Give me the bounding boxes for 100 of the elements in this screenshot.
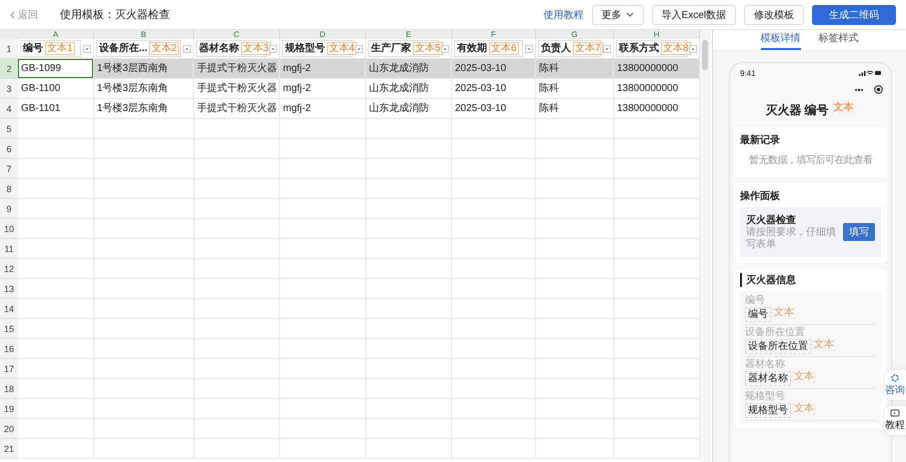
empty-cell[interactable] [94, 379, 194, 399]
column-letter[interactable]: B [94, 30, 194, 39]
select-all-corner[interactable] [0, 30, 18, 39]
empty-cell[interactable] [536, 139, 614, 159]
empty-cell[interactable] [366, 399, 452, 419]
empty-cell[interactable] [366, 439, 452, 459]
table-cell[interactable]: mgfj-2 [280, 59, 366, 79]
empty-cell[interactable] [94, 259, 194, 279]
empty-cell[interactable] [536, 159, 614, 179]
empty-cell[interactable] [280, 239, 366, 259]
empty-cell[interactable] [366, 199, 452, 219]
table-cell[interactable]: mgfj-2 [280, 79, 366, 99]
empty-cell[interactable] [366, 419, 452, 439]
empty-cell[interactable] [194, 139, 280, 159]
empty-cell[interactable] [452, 119, 536, 139]
empty-cell[interactable] [280, 359, 366, 379]
float-button[interactable]: 教程 [884, 406, 906, 435]
panel-tab[interactable]: 标签样式 [818, 30, 858, 50]
empty-cell[interactable] [94, 419, 194, 439]
column-letter[interactable]: H [614, 30, 700, 39]
empty-cell[interactable] [536, 299, 614, 319]
dropdown-icon[interactable] [689, 44, 697, 52]
table-cell[interactable]: 手提式干粉灭火器 [194, 59, 280, 79]
empty-cell[interactable] [536, 439, 614, 459]
dropdown-icon[interactable] [83, 44, 91, 52]
empty-cell[interactable] [194, 399, 280, 419]
empty-cell[interactable] [366, 319, 452, 339]
toolbar-button[interactable]: 修改模板 [744, 4, 804, 24]
table-cell[interactable]: 陈科 [536, 79, 614, 99]
form-entry[interactable]: 灭火器检查 请按照要求，仔细填写表单 填写 [740, 207, 881, 257]
empty-cell[interactable] [94, 219, 194, 239]
empty-cell[interactable] [194, 379, 280, 399]
table-cell[interactable]: 2025-03-10 [452, 59, 536, 79]
table-cell[interactable]: 1号楼3层西南角 [94, 59, 194, 79]
empty-cell[interactable] [280, 159, 366, 179]
empty-cell[interactable] [280, 319, 366, 339]
table-cell[interactable]: 山东龙成消防 [366, 79, 452, 99]
empty-cell[interactable] [94, 399, 194, 419]
empty-cell[interactable] [536, 259, 614, 279]
float-button[interactable]: 咨询 [884, 370, 906, 400]
column-letter[interactable]: A [18, 30, 94, 39]
empty-cell[interactable] [280, 199, 366, 219]
dropdown-icon[interactable] [269, 44, 277, 52]
empty-cell[interactable] [452, 379, 536, 399]
empty-cell[interactable] [280, 219, 366, 239]
empty-cell[interactable] [280, 179, 366, 199]
empty-cell[interactable] [280, 299, 366, 319]
header-field[interactable]: 有效期 文本6 [454, 40, 523, 57]
empty-cell[interactable] [194, 439, 280, 459]
empty-cell[interactable] [194, 359, 280, 379]
table-cell[interactable]: 1号楼3层东南角 [94, 79, 194, 99]
column-letter[interactable]: F [452, 30, 536, 39]
empty-cell[interactable] [94, 439, 194, 459]
table-cell[interactable]: 手提式干粉灭火器 [194, 99, 280, 119]
empty-cell[interactable] [452, 219, 536, 239]
more-icon[interactable] [854, 88, 864, 92]
scrollbar-thumb[interactable] [702, 40, 708, 70]
empty-cell[interactable] [452, 419, 536, 439]
empty-cell[interactable] [280, 379, 366, 399]
empty-cell[interactable] [452, 279, 536, 299]
empty-cell[interactable] [452, 319, 536, 339]
column-letter[interactable]: C [194, 30, 280, 39]
dropdown-icon[interactable] [525, 44, 533, 52]
empty-cell[interactable] [366, 139, 452, 159]
table-cell[interactable]: 陈科 [536, 59, 614, 79]
table-cell[interactable]: 山东龙成消防 [366, 59, 452, 79]
table-cell[interactable]: 手提式干粉灭火器 [194, 79, 280, 99]
empty-cell[interactable] [280, 139, 366, 159]
header-field[interactable]: 编号 文本1 [20, 40, 81, 57]
empty-cell[interactable] [452, 359, 536, 379]
chevron-left-icon[interactable] [10, 10, 15, 18]
empty-cell[interactable] [366, 159, 452, 179]
empty-cell[interactable] [536, 319, 614, 339]
empty-cell[interactable] [94, 279, 194, 299]
empty-cell[interactable] [94, 339, 194, 359]
table-cell[interactable]: GB-1100 [18, 79, 94, 99]
empty-cell[interactable] [536, 359, 614, 379]
empty-cell[interactable] [366, 379, 452, 399]
empty-cell[interactable] [536, 399, 614, 419]
dropdown-icon[interactable] [183, 44, 191, 52]
table-cell[interactable]: 2025-03-10 [452, 99, 536, 119]
empty-cell[interactable] [280, 399, 366, 419]
empty-cell[interactable] [94, 179, 194, 199]
empty-cell[interactable] [280, 419, 366, 439]
empty-cell[interactable] [452, 299, 536, 319]
empty-cell[interactable] [452, 399, 536, 419]
tutorial-link[interactable]: 使用教程 [544, 8, 584, 22]
empty-cell[interactable] [366, 299, 452, 319]
empty-cell[interactable] [366, 119, 452, 139]
toolbar-button[interactable]: 更多 [592, 4, 644, 24]
dropdown-icon[interactable] [603, 44, 611, 52]
empty-cell[interactable] [194, 219, 280, 239]
empty-cell[interactable] [194, 319, 280, 339]
table-cell[interactable]: GB-1099 [18, 59, 94, 79]
column-letter[interactable]: E [366, 30, 452, 39]
empty-cell[interactable] [452, 439, 536, 459]
empty-cell[interactable] [366, 339, 452, 359]
empty-cell[interactable] [194, 179, 280, 199]
empty-cell[interactable] [194, 119, 280, 139]
table-cell[interactable]: GB-1101 [18, 99, 94, 119]
